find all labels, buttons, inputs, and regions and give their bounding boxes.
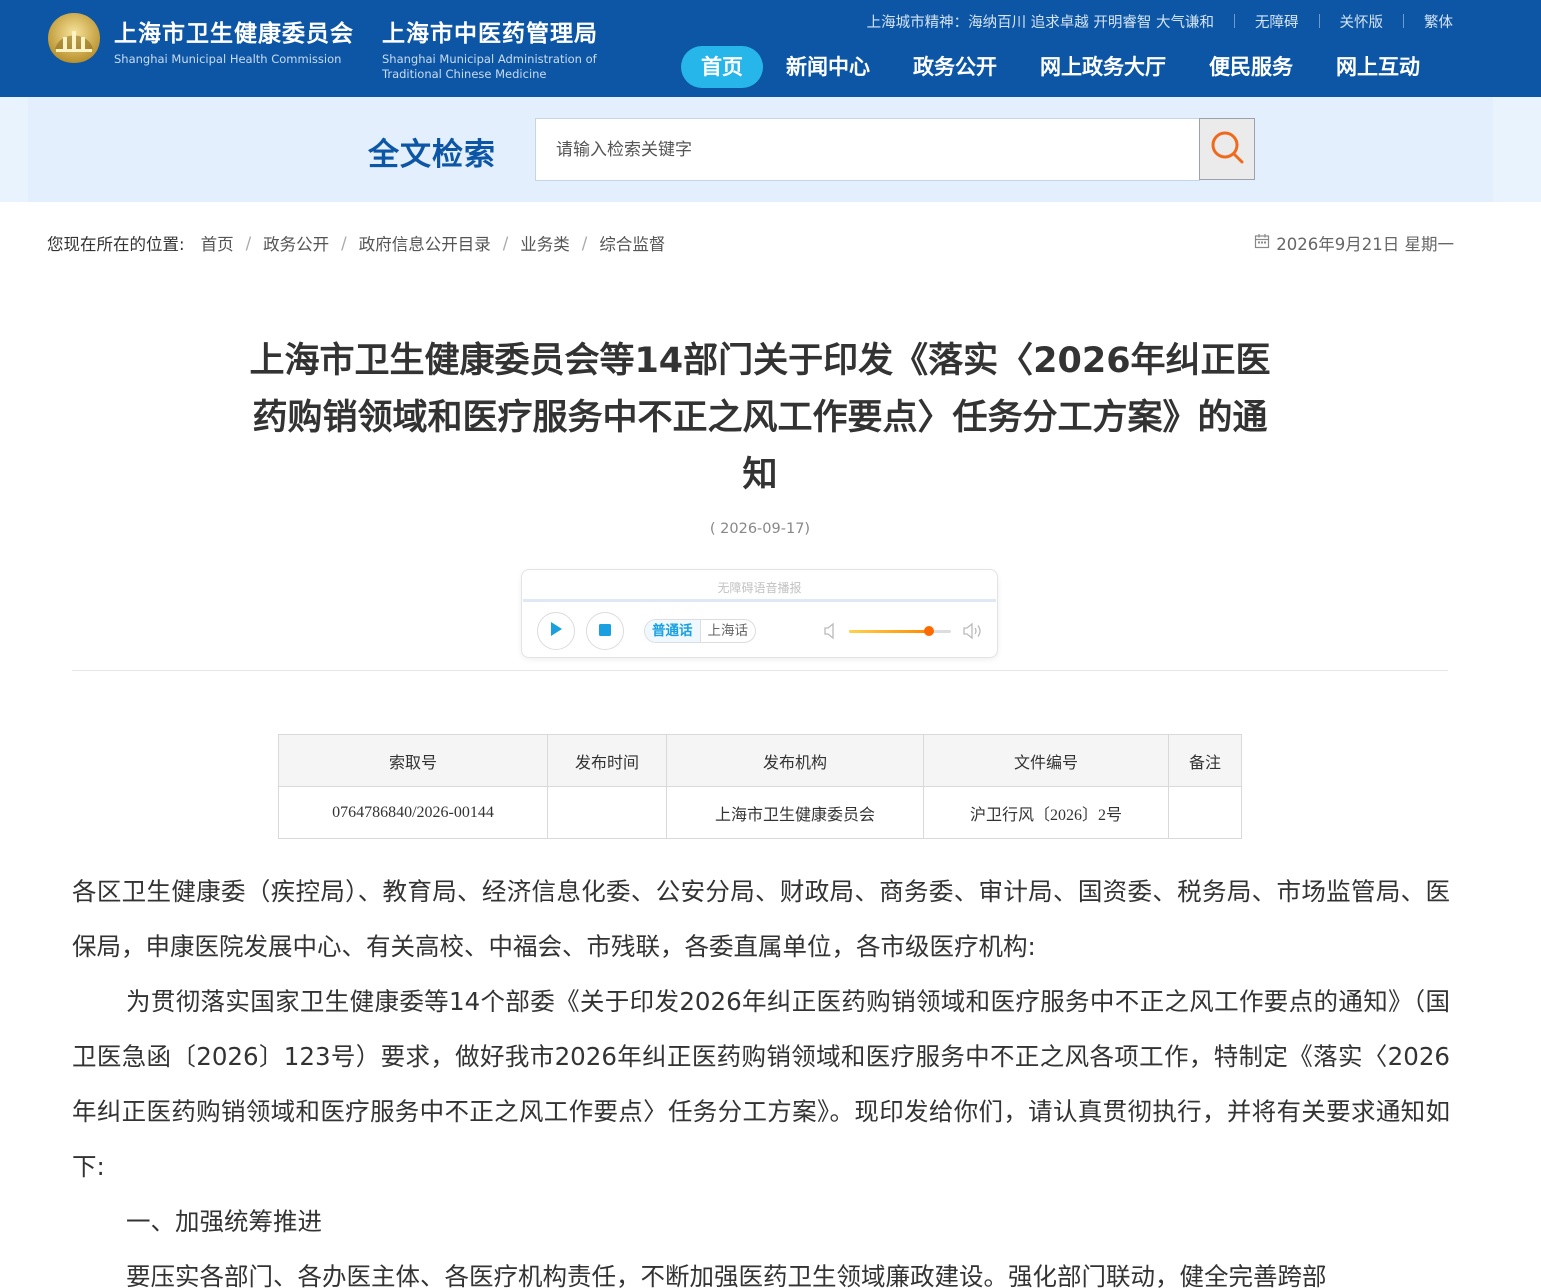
table-cell-publish-time <box>547 786 667 839</box>
recipients-paragraph: 各区卫生健康委（疾控局）、教育局、经济信息化委、公安分局、财政局、商务委、审计局… <box>72 877 1450 961</box>
publish-date: ( 2026-09-17) <box>709 521 811 537</box>
language-switch: 普通话 上海话 <box>644 619 756 643</box>
search-input[interactable] <box>535 118 1200 181</box>
section-heading: 一、加强统筹推进 <box>126 1207 322 1236</box>
table-row: 0764786840/2026-00144 上海市卫生健康委员会 沪卫行风〔20… <box>278 786 1242 839</box>
play-button[interactable] <box>537 612 575 650</box>
nav-public-services[interactable]: 便民服务 <box>1190 46 1312 88</box>
breadcrumb-separator: / <box>581 233 588 253</box>
stop-button[interactable] <box>586 612 624 650</box>
breadcrumb-supervision[interactable]: 综合监督 <box>599 231 665 255</box>
table-cell-document-no: 沪卫行风〔2026〕2号 <box>923 786 1169 839</box>
calendar-icon <box>1254 233 1276 253</box>
org2-brand[interactable]: 上海市中医药管理局 Shanghai Municipal Administrat… <box>382 14 598 82</box>
table-header-row: 索取号 发布时间 发布机构 文件编号 备注 <box>278 734 1242 787</box>
table-cell-remarks <box>1168 786 1242 839</box>
org2-name: 上海市中医药管理局 <box>382 21 598 47</box>
article-title-line1: 上海市卫生健康委员会等14部门关于印发《落实〈2026年纠正医 <box>249 341 1271 381</box>
emblem-logo[interactable] <box>46 11 102 65</box>
body-paragraph: 为贯彻落实国家卫生健康委等14个部委《关于印发2026年纠正医药购销领域和医疗服… <box>72 987 1450 1181</box>
table-cell-publisher: 上海市卫生健康委员会 <box>666 786 924 839</box>
divider <box>1403 14 1404 28</box>
breadcrumb: 您现在所在的位置: 首页 / 政务公开 / 政府信息公开目录 / 业务类 / 综… <box>47 231 665 255</box>
divider <box>1318 14 1320 28</box>
main-nav: 首页 新闻中心 政务公开 网上政务大厅 便民服务 网上互动 <box>681 46 1444 88</box>
article-title-line2: 药购销领域和医疗服务中不正之风工作要点〉任务分工方案》的通 <box>252 398 1268 438</box>
table-cell-index-no: 0764786840/2026-00144 <box>278 786 548 839</box>
table-header-cell: 备注 <box>1168 734 1242 787</box>
table-header-cell: 文件编号 <box>923 734 1169 787</box>
city-slogan: 上海城市精神：海纳百川 追求卓越 开明睿智 大气谦和 <box>866 14 1214 31</box>
breadcrumb-separator: / <box>502 233 509 253</box>
body-paragraph: 要压实各部门、各办医主体、各医疗机构责任，不断加强医药卫生领域廉政建设。强化部门… <box>126 1262 1327 1288</box>
breadcrumb-separator: / <box>245 233 252 253</box>
breadcrumb-home[interactable]: 首页 <box>201 231 234 255</box>
volume-slider-fill <box>849 630 929 633</box>
breadcrumb-label: 您现在所在的位置: <box>47 235 185 254</box>
care-mode-link[interactable]: 关怀版 <box>1340 11 1384 32</box>
search-title: 全文检索 <box>368 137 496 173</box>
volume-slider-handle[interactable] <box>923 626 934 636</box>
lang-shanghainese-button[interactable]: 上海话 <box>699 620 756 642</box>
traditional-chinese-link[interactable]: 繁体 <box>1424 11 1453 32</box>
document-info-table: 索取号 发布时间 发布机构 文件编号 备注 0764786840/2026-00… <box>278 734 1242 839</box>
breadcrumb-government-affairs[interactable]: 政务公开 <box>263 231 329 255</box>
org1-brand[interactable]: 上海市卫生健康委员会 Shanghai Municipal Health Com… <box>114 14 354 67</box>
top-utility-bar: 上海城市精神：海纳百川 追求卓越 开明睿智 大气谦和 无障碍 关怀版 繁体 <box>867 10 1453 32</box>
article-title: 上海市卫生健康委员会等14部门关于印发《落实〈2026年纠正医 药购销领域和医疗… <box>200 333 1320 504</box>
nav-news-center[interactable]: 新闻中心 <box>767 46 889 88</box>
lang-mandarin-button[interactable]: 普通话 <box>645 620 700 642</box>
org1-english-name: Shanghai Municipal Health Commission <box>114 52 342 66</box>
play-icon <box>548 621 564 641</box>
org1-name: 上海市卫生健康委员会 <box>114 21 354 47</box>
volume-high-icon[interactable] <box>962 622 984 644</box>
table-header-cell: 发布机构 <box>666 734 924 787</box>
section-divider <box>72 670 1448 671</box>
table-header-cell: 索取号 <box>278 734 548 787</box>
divider <box>1234 14 1235 28</box>
progress-track[interactable] <box>523 599 996 602</box>
volume-low-icon[interactable] <box>823 622 839 644</box>
audio-player-title: 无障碍语音播报 <box>717 581 802 595</box>
breadcrumb-business[interactable]: 业务类 <box>520 231 570 255</box>
search-icon <box>1209 129 1245 169</box>
breadcrumb-separator: / <box>341 233 347 253</box>
volume-slider[interactable] <box>849 626 951 636</box>
table-header-cell: 发布时间 <box>547 734 667 787</box>
nav-home[interactable]: 首页 <box>681 46 763 88</box>
nav-online-interaction[interactable]: 网上互动 <box>1317 46 1439 88</box>
search-button[interactable] <box>1199 118 1255 180</box>
site-header: 上海市卫生健康委员会 Shanghai Municipal Health Com… <box>0 0 1541 97</box>
article-title-line3: 知 <box>742 455 778 495</box>
org2-english-name-line2: Traditional Chinese Medicine <box>382 67 547 81</box>
current-date: 2026年9月21日 星期一 <box>1254 231 1454 255</box>
article-body: 各区卫生健康委（疾控局）、教育局、经济信息化委、公安分局、财政局、商务委、审计局… <box>72 864 1450 1288</box>
current-date-text: 2026年9月21日 星期一 <box>1276 235 1454 254</box>
nav-online-services-hall[interactable]: 网上政务大厅 <box>1021 46 1185 88</box>
audio-player: 无障碍语音播报 普通话 上海话 <box>521 569 998 658</box>
nav-government-affairs[interactable]: 政务公开 <box>894 46 1016 88</box>
stop-icon <box>598 622 612 641</box>
breadcrumb-info-catalog[interactable]: 政府信息公开目录 <box>359 231 491 255</box>
org2-english-name-line1: Shanghai Municipal Administration of <box>382 52 597 66</box>
accessibility-link[interactable]: 无障碍 <box>1255 11 1299 32</box>
